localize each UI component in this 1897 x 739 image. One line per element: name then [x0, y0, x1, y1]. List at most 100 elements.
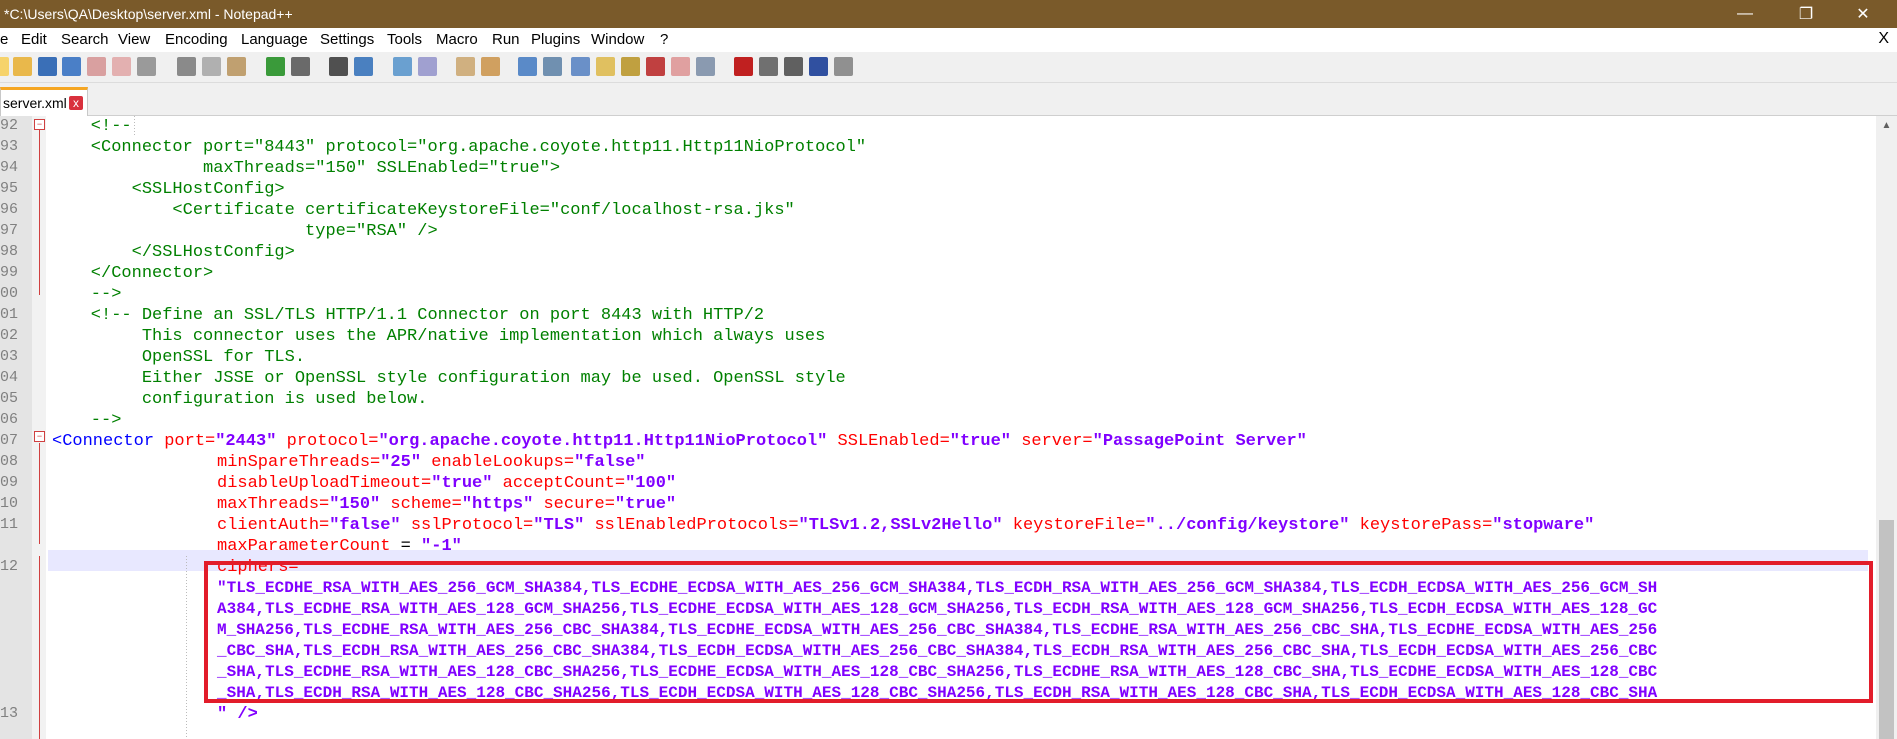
- line-number: 13: [0, 705, 18, 722]
- menu-edit[interactable]: Edit: [21, 31, 47, 48]
- line-number: 96: [0, 201, 18, 218]
- sync-vertical-icon[interactable]: [456, 57, 475, 76]
- function-list-icon[interactable]: [646, 57, 665, 76]
- line-number: 09: [0, 474, 18, 491]
- code-line: minSpareThreads="25" enableLookups="fals…: [217, 453, 646, 472]
- close-icon: ✕: [1856, 6, 1870, 23]
- code-line: <Connector port="8443" protocol="org.apa…: [50, 138, 867, 157]
- menu-bar: e Edit Search View Encoding Language Set…: [0, 28, 1897, 52]
- menu-macro[interactable]: Macro: [436, 31, 478, 48]
- menu-search[interactable]: Search: [61, 31, 109, 48]
- document-map-icon[interactable]: [621, 57, 640, 76]
- show-all-characters-icon[interactable]: [543, 57, 562, 76]
- word-wrap-icon[interactable]: [518, 57, 537, 76]
- line-number: 97: [0, 222, 18, 239]
- stop-macro-icon[interactable]: [759, 57, 778, 76]
- monitoring-icon[interactable]: [696, 57, 715, 76]
- code-line: OpenSSL for TLS.: [50, 348, 306, 367]
- code-line: clientAuth="false" sslProtocol="TLS" ssl…: [217, 516, 1595, 535]
- open-file-icon[interactable]: [13, 57, 32, 76]
- line-number: 99: [0, 264, 18, 281]
- code-line: maxParameterCount = "-1": [217, 537, 462, 556]
- line-number: 92: [0, 117, 18, 134]
- folder-workspace-icon[interactable]: [671, 57, 690, 76]
- code-line: -->: [50, 285, 122, 304]
- menu-encoding[interactable]: Encoding: [165, 31, 228, 48]
- paste-icon[interactable]: [227, 57, 246, 76]
- redo-icon[interactable]: [291, 57, 310, 76]
- line-number: 12: [0, 558, 18, 575]
- tab-label: server.xml: [3, 95, 67, 111]
- line-number: 11: [0, 516, 18, 533]
- close-document-button[interactable]: X: [1878, 30, 1889, 48]
- close-file-icon[interactable]: [87, 57, 106, 76]
- line-number: 94: [0, 159, 18, 176]
- new-file-icon[interactable]: [0, 57, 9, 76]
- code-line: </SSLHostConfig>: [50, 243, 295, 262]
- close-all-icon[interactable]: [112, 57, 131, 76]
- language-icon[interactable]: [596, 57, 615, 76]
- tab-close-icon[interactable]: x: [69, 96, 83, 110]
- tab-server-xml[interactable]: server.xml x: [0, 87, 88, 117]
- fold-collapse-icon[interactable]: −: [34, 119, 45, 130]
- close-button[interactable]: ✕: [1840, 0, 1886, 28]
- scroll-up-icon[interactable]: ▲: [1876, 116, 1897, 136]
- line-number: 93: [0, 138, 18, 155]
- run-macro-multiple-icon[interactable]: [809, 57, 828, 76]
- menu-help[interactable]: ?: [660, 31, 668, 48]
- menu-language[interactable]: Language: [241, 31, 308, 48]
- cut-icon[interactable]: [177, 57, 196, 76]
- minimize-icon: —: [1737, 5, 1753, 22]
- find-icon[interactable]: [329, 57, 348, 76]
- code-line: This connector uses the APR/native imple…: [50, 327, 826, 346]
- code-line: <Connector port="2443" protocol="org.apa…: [52, 432, 1307, 451]
- play-macro-icon[interactable]: [784, 57, 803, 76]
- line-number: 01: [0, 306, 18, 323]
- code-line: <Certificate certificateKeystoreFile="co…: [50, 201, 795, 220]
- fold-line: [39, 443, 40, 544]
- scrollbar-thumb[interactable]: [1879, 520, 1894, 739]
- line-number: 00: [0, 285, 18, 302]
- code-line: type="RSA" />: [50, 222, 438, 241]
- line-number: 08: [0, 453, 18, 470]
- save-all-icon[interactable]: [62, 57, 81, 76]
- code-line: </Connector>: [50, 264, 214, 283]
- menu-window[interactable]: Window: [591, 31, 644, 48]
- tab-bar: server.xml x: [0, 83, 1897, 117]
- title-bar: *C:\Users\QA\Desktop\server.xml - Notepa…: [0, 0, 1897, 28]
- code-line: <!--: [50, 117, 132, 136]
- indent-guide: [186, 556, 187, 739]
- fold-collapse-icon[interactable]: −: [34, 431, 45, 442]
- minimize-button[interactable]: —: [1722, 0, 1768, 28]
- record-macro-icon[interactable]: [734, 57, 753, 76]
- menu-plugins[interactable]: Plugins: [531, 31, 580, 48]
- menu-settings[interactable]: Settings: [320, 31, 374, 48]
- undo-icon[interactable]: [266, 57, 285, 76]
- line-number: 98: [0, 243, 18, 260]
- save-macro-icon[interactable]: [834, 57, 853, 76]
- toolbar: [0, 52, 1897, 83]
- zoom-in-icon[interactable]: [393, 57, 412, 76]
- code-line: <SSLHostConfig>: [50, 180, 285, 199]
- menu-tools[interactable]: Tools: [387, 31, 422, 48]
- replace-icon[interactable]: [354, 57, 373, 76]
- code-line: configuration is used below.: [50, 390, 428, 409]
- zoom-out-icon[interactable]: [418, 57, 437, 76]
- menu-view[interactable]: View: [118, 31, 150, 48]
- window-title: *C:\Users\QA\Desktop\server.xml - Notepa…: [4, 6, 293, 22]
- print-icon[interactable]: [137, 57, 156, 76]
- line-number: 02: [0, 327, 18, 344]
- code-line: -->: [50, 411, 122, 430]
- save-icon[interactable]: [38, 57, 57, 76]
- code-line-closing: " />: [217, 705, 258, 724]
- sync-horizontal-icon[interactable]: [481, 57, 500, 76]
- maximize-button[interactable]: ❐: [1783, 0, 1829, 28]
- indent-guide-icon[interactable]: [571, 57, 590, 76]
- copy-icon[interactable]: [202, 57, 221, 76]
- code-line: maxThreads="150" scheme="https" secure="…: [217, 495, 677, 514]
- vertical-scrollbar[interactable]: ▲: [1876, 116, 1897, 739]
- annotation-highlight-box: [204, 561, 1873, 703]
- line-number: 04: [0, 369, 18, 386]
- menu-run[interactable]: Run: [492, 31, 520, 48]
- menu-file[interactable]: e: [0, 31, 8, 48]
